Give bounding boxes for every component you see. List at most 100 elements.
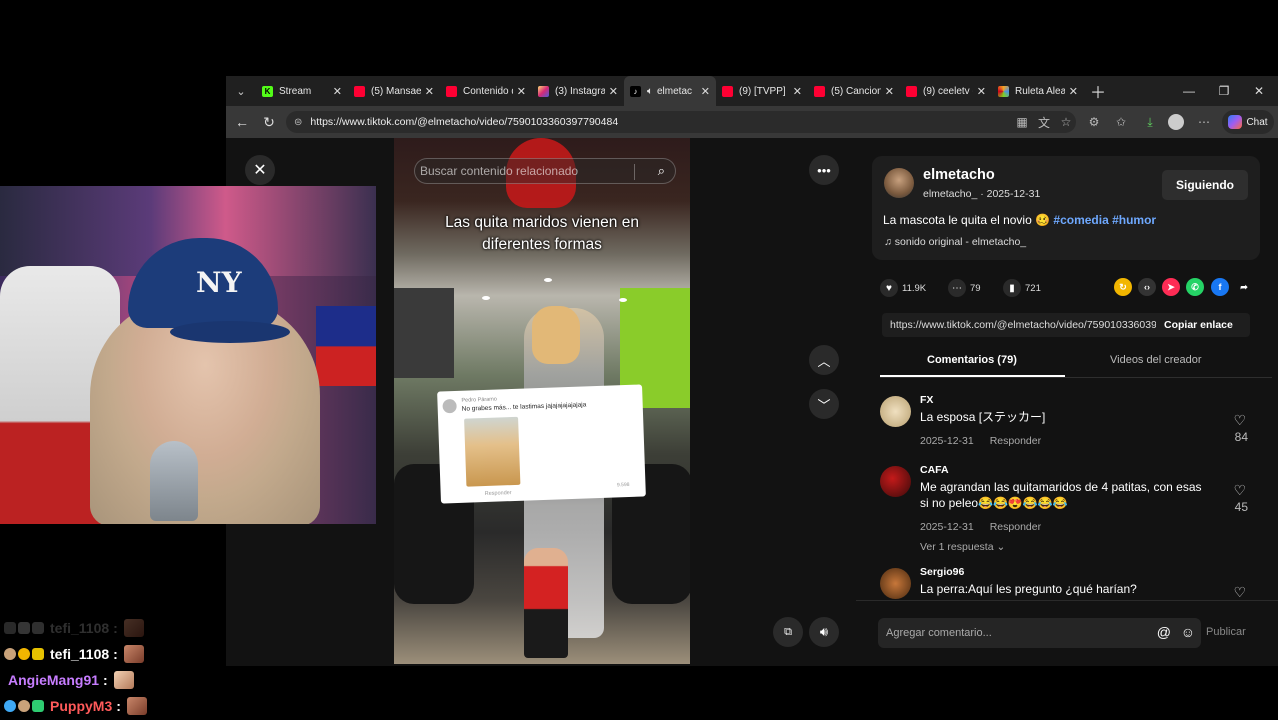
avatar[interactable]	[884, 168, 914, 198]
tiktok-icon: ♪	[630, 85, 641, 97]
speaker-icon[interactable]: 🔈︎	[647, 86, 653, 97]
heart-icon: ♥	[880, 279, 898, 297]
add-comment-bar: Agregar comentario... @ ☺ Publicar	[856, 600, 1278, 666]
chat-emote	[123, 619, 144, 637]
reply-link[interactable]: Responder	[990, 521, 1041, 533]
tab-youtube-4[interactable]: (5) Cancione✕	[808, 76, 900, 106]
streamer-webcam: NY	[0, 186, 376, 524]
close-video-button[interactable]: ✕	[245, 155, 275, 185]
tab-ruleta[interactable]: Ruleta Aleat ✕	[992, 76, 1084, 106]
tab-tiktok-active[interactable]: ♪ 🔈︎ elmetac ✕	[624, 76, 716, 106]
back-arrow-icon[interactable]: ←	[228, 108, 256, 136]
hashtags-link[interactable]: #comedia #humor	[1053, 213, 1156, 227]
embed-code-icon[interactable]: ‹›	[1138, 278, 1156, 296]
video-bg-light	[482, 296, 490, 300]
minimize-icon[interactable]: —	[1172, 76, 1206, 106]
next-video-chevron-down-icon[interactable]: ﹀	[809, 389, 839, 419]
more-options-icon[interactable]: •••	[809, 155, 839, 185]
comment-item: Sergio96 La perra:Aquí les pregunto ¿qué…	[880, 566, 1260, 600]
close-tab-icon[interactable]: ✕	[609, 85, 618, 98]
floating-player-icon[interactable]: ⧉	[773, 617, 803, 647]
avatar[interactable]	[880, 396, 911, 427]
tab-creator-videos[interactable]: Videos del creador	[1110, 354, 1202, 366]
share-arrow-icon[interactable]: ➦	[1235, 278, 1253, 296]
youtube-icon	[354, 85, 365, 97]
browser-window: ⌄ KStream✕ (5) Mansae -✕ Contenido d✕ (3…	[226, 76, 1278, 666]
post-link-field[interactable]: https://www.tiktok.com/@elmetacho/video/…	[882, 319, 1156, 331]
previous-video-chevron-up-icon[interactable]: ︿	[809, 345, 839, 375]
close-tab-icon[interactable]: ✕	[1069, 85, 1078, 98]
app-available-icon[interactable]: ▦	[1012, 112, 1032, 132]
video-overlay-comment: Pedro Páramo No grabes más... te lastima…	[437, 384, 646, 504]
save-action[interactable]: ▮ 721	[1003, 279, 1041, 297]
tab-youtube-3[interactable]: (9) [TVPP] G✕	[716, 76, 808, 106]
tab-youtube-2[interactable]: Contenido d ✕	[440, 76, 532, 106]
close-tab-icon[interactable]: ✕	[425, 85, 434, 98]
avatar[interactable]	[880, 568, 911, 599]
site-info-icon[interactable]: ⊜	[294, 117, 302, 128]
related-search-input[interactable]: Buscar contenido relacionado ⌕	[414, 158, 676, 184]
author-name[interactable]: elmetacho	[923, 167, 995, 183]
view-replies-link[interactable]: Ver 1 respuesta ⌄	[920, 541, 1005, 553]
new-tab-plus-icon[interactable]: ＋	[1084, 76, 1112, 106]
panel-tabs: Comentarios (79) Videos del creador	[880, 346, 1272, 378]
tab-youtube-1[interactable]: (5) Mansae -✕	[348, 76, 440, 106]
facebook-icon[interactable]: f	[1211, 278, 1229, 296]
add-comment-input[interactable]: Agregar comentario... @ ☺	[878, 618, 1201, 648]
copilot-chat-button[interactable]: Chat	[1222, 110, 1274, 134]
post-actions: ♥ 11.9K ⋯ 79 ▮ 721 ↻ ‹› ➤ ✆ f ➦	[880, 274, 1260, 302]
close-tab-icon[interactable]: ✕	[793, 85, 802, 98]
avatar[interactable]	[880, 466, 911, 497]
dog-badge-icon	[18, 700, 30, 712]
close-tab-icon[interactable]: ✕	[885, 85, 894, 98]
restore-icon[interactable]: ❐	[1207, 76, 1241, 106]
reload-icon[interactable]: ↻	[255, 108, 283, 136]
send-icon[interactable]: ➤	[1162, 278, 1180, 296]
profile-avatar[interactable]	[1166, 112, 1186, 132]
favorite-star-icon[interactable]: ☆	[1056, 112, 1076, 132]
like-action[interactable]: ♥ 11.9K	[880, 279, 926, 297]
following-button[interactable]: Siguiendo	[1162, 170, 1248, 200]
avatar	[442, 398, 457, 414]
tab-youtube-5[interactable]: (9) ceeletv - ✕	[900, 76, 992, 106]
bookmark-icon: ▮	[1003, 279, 1021, 297]
comment-action[interactable]: ⋯ 79	[948, 279, 981, 297]
heart-outline-icon[interactable]: ♡	[1233, 482, 1246, 499]
emoji-icon[interactable]: ☺	[1181, 624, 1195, 640]
wheel-icon	[998, 85, 1009, 97]
video-dog	[532, 306, 580, 364]
tab-stream[interactable]: K Stream ✕	[256, 76, 348, 106]
instagram-icon	[538, 85, 549, 97]
search-icon[interactable]: ⌕	[658, 163, 665, 179]
window-close-icon[interactable]: ✕	[1242, 76, 1276, 106]
mention-at-icon[interactable]: @	[1157, 624, 1171, 640]
dog-badge-icon	[4, 648, 16, 660]
url-field[interactable]: ⊜ https://www.tiktok.com/@elmetacho/video…	[286, 111, 1076, 133]
comment-bubble-icon: ⋯	[948, 279, 966, 297]
copy-link-button[interactable]: Copiar enlace	[1164, 319, 1233, 331]
download-icon[interactable]: ⤓	[1140, 112, 1160, 132]
volume-icon[interactable]: 🔊︎	[809, 617, 839, 647]
extensions-icon[interactable]: ⚙	[1084, 112, 1104, 132]
tab-instagram[interactable]: (3) Instagran✕	[532, 76, 624, 106]
repost-icon[interactable]: ↻	[1114, 278, 1132, 296]
video-player[interactable]: Buscar contenido relacionado ⌕ Las quita…	[394, 138, 690, 664]
verified-badge-icon	[4, 700, 16, 712]
translate-icon[interactable]: 文	[1034, 112, 1054, 132]
heart-outline-icon[interactable]: ♡	[1233, 584, 1246, 600]
whatsapp-icon[interactable]: ✆	[1186, 278, 1204, 296]
gift-badge-icon	[18, 648, 30, 660]
sound-link[interactable]: ♫ sonido original - elmetacho_	[884, 236, 1026, 248]
close-tab-icon[interactable]: ✕	[517, 85, 526, 98]
reply-link[interactable]: Responder	[990, 435, 1041, 447]
post-comment-button[interactable]: Publicar	[1206, 626, 1246, 638]
sub-badge-icon	[32, 648, 44, 660]
close-tab-icon[interactable]: ✕	[333, 85, 342, 98]
favorites-icon[interactable]: ✩	[1111, 112, 1131, 132]
tab-comments[interactable]: Comentarios (79)	[927, 354, 1017, 366]
more-menu-icon[interactable]: ⋯	[1194, 112, 1214, 132]
close-tab-icon[interactable]: ✕	[701, 85, 710, 98]
tab-list-chevron-icon[interactable]: ⌄	[226, 76, 256, 106]
close-tab-icon[interactable]: ✕	[977, 85, 986, 98]
heart-outline-icon[interactable]: ♡	[1233, 412, 1246, 429]
